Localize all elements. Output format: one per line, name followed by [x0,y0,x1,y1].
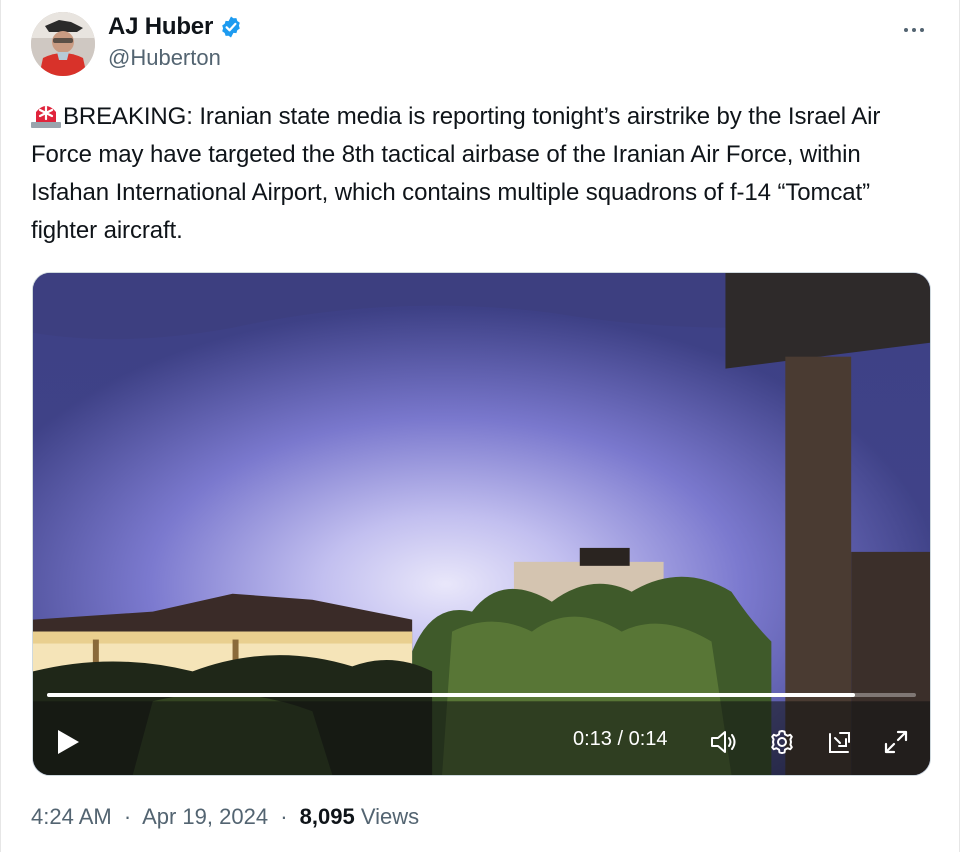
volume-icon [711,731,736,753]
video-time: 0:13 / 0:14 [573,728,668,750]
views-label: Views [360,804,420,829]
settings-button[interactable] [765,725,799,759]
tweet-card: AJ Huber @Huberton BREAKING: Iranian sta… [0,0,960,852]
video-frame [33,273,930,775]
video-progress-bar[interactable] [47,693,916,697]
picture-in-picture-button[interactable] [823,725,857,759]
more-dot-icon [912,28,916,32]
volume-button[interactable] [708,725,742,759]
fullscreen-button[interactable] [879,725,913,759]
more-dot-icon [920,28,924,32]
fullscreen-icon [884,730,908,754]
video-controls: 0:13 / 0:14 [33,703,930,775]
meta-separator: · [123,804,132,829]
meta-separator: · [280,804,288,829]
video-progress-fill [47,693,856,697]
tweet-body: BREAKING: Iranian state media is reporti… [31,103,881,244]
tweet-date[interactable]: Apr 19, 2024 [142,804,268,829]
video-player[interactable]: 0:13 / 0:14 [32,272,931,776]
picture-in-picture-icon [829,732,850,753]
author-name-row[interactable]: AJ Huber [108,11,243,43]
siren-icon [31,105,61,128]
author-handle[interactable]: @Huberton [108,45,221,71]
display-name[interactable]: AJ Huber [108,13,213,41]
tweet-meta: 4:24 AM · Apr 19, 2024 · 8,095 Views [31,804,419,830]
play-button[interactable] [51,725,85,759]
avatar[interactable] [31,12,95,76]
avatar-icon [31,12,95,76]
play-icon [58,730,79,754]
more-dot-icon [904,28,908,32]
tweet-text: BREAKING: Iranian state media is reporti… [31,98,931,250]
gear-icon [771,730,793,754]
more-options-button[interactable] [897,16,931,44]
tweet-time[interactable]: 4:24 AM [31,804,112,829]
views-count: 8,095 [299,804,355,829]
verified-badge-icon [222,16,240,38]
